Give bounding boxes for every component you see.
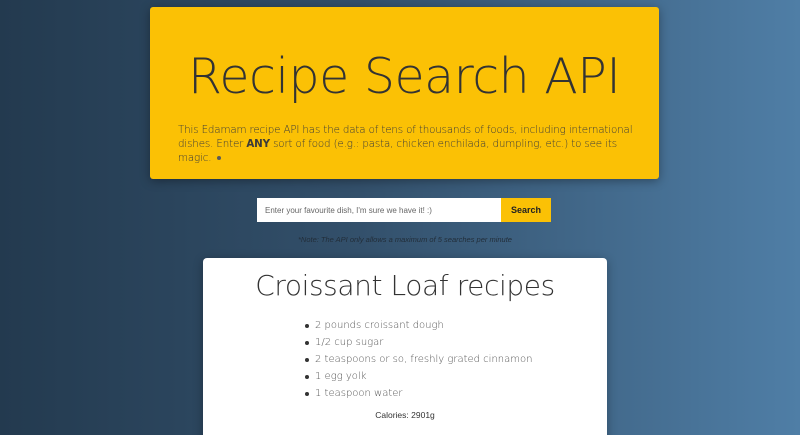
ingredient-list: 2 pounds croissant dough 1/2 cup sugar 2… (305, 317, 533, 402)
page-title: Recipe Search API (188, 48, 621, 105)
list-item: 1 teaspoon water (305, 385, 532, 402)
list-item: 2 teaspoons or so, freshly grated cinnam… (305, 351, 533, 368)
bullet-icon (305, 341, 309, 345)
calories-label: Calories: (375, 410, 409, 420)
search-form: Search (257, 198, 551, 222)
recipe-title: Croissant Loaf recipes (255, 269, 555, 302)
hero-description: This Edamam recipe API has the data of t… (178, 123, 638, 165)
list-item: 2 pounds croissant dough (305, 317, 532, 334)
calories-value: 2901g (411, 410, 435, 420)
dot-icon (217, 156, 222, 160)
bullet-icon (305, 324, 309, 328)
bullet-icon (305, 358, 309, 362)
rate-limit-note: *Note: The API only allows a maximum of … (298, 235, 512, 244)
ingredient-text: 1 teaspoon water (315, 388, 403, 399)
bullet-icon (305, 375, 309, 379)
hero-banner: Recipe Search API This Edamam recipe API… (150, 7, 659, 179)
ingredient-text: 2 pounds croissant dough (315, 320, 444, 331)
recipe-card: Croissant Loaf recipes 2 pounds croissan… (203, 258, 607, 435)
search-input[interactable] (257, 198, 501, 222)
hero-description-emphasis: ANY (246, 138, 270, 150)
bullet-icon (305, 392, 309, 396)
search-button[interactable]: Search (501, 198, 551, 222)
list-item: 1 egg yolk (305, 368, 532, 385)
calories-info: Calories: 2901g (203, 410, 607, 420)
ingredient-text: 1/2 cup sugar (315, 337, 384, 348)
ingredient-text: 1 egg yolk (315, 371, 367, 382)
ingredient-text: 2 teaspoons or so, freshly grated cinnam… (315, 354, 533, 365)
list-item: 1/2 cup sugar (305, 334, 532, 351)
